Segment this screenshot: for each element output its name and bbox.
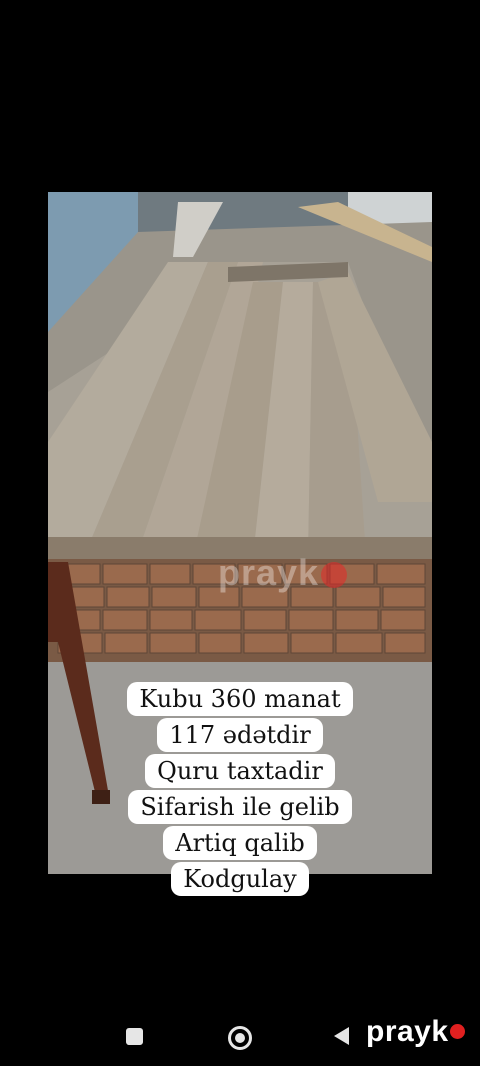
watermark-dot-icon [321,562,348,589]
price-caption: Kubu 360 manat 117 ədətdir Quru taxtadir… [0,682,480,898]
prayk-logo: prayk [366,1015,465,1049]
caption-line-price: Kubu 360 manat [127,682,353,716]
caption-line-order: Sifarish ile gelib [128,790,352,824]
android-nav-bar: prayk [0,1005,480,1066]
back-triangle-icon[interactable] [334,1027,349,1045]
caption-line-location: Kodgulay [171,862,309,896]
home-circle-icon[interactable] [228,1026,252,1050]
logo-dot-icon [449,1023,465,1039]
watermark-text: prayk [218,552,348,594]
caption-line-dry: Quru taxtadir [145,754,335,788]
caption-line-count: 117 ədətdir [157,718,323,752]
recents-square-icon[interactable] [126,1028,143,1045]
caption-line-left: Artiq qalib [163,826,317,860]
